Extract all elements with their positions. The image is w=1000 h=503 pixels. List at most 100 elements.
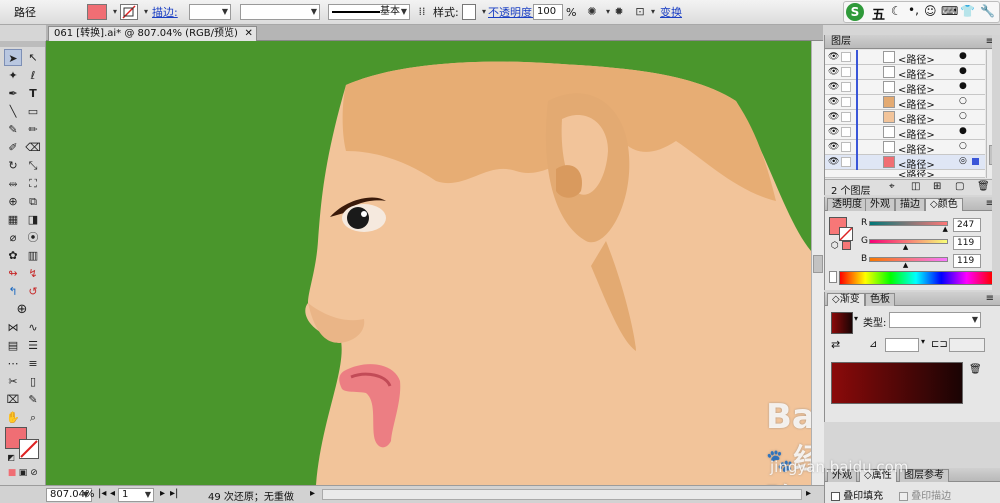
opacity-label-link[interactable]: 不透明度: — [488, 4, 536, 21]
paintbrush-tool-icon[interactable]: ✎ — [4, 121, 22, 138]
align-caret-icon[interactable]: ▾ — [645, 4, 661, 20]
tab-gradient[interactable]: ◇渐变 — [827, 293, 865, 306]
line-segment-tool-icon[interactable]: ╲ — [4, 103, 22, 120]
previous-artboard-icon[interactable]: ◂ — [110, 488, 115, 499]
channel-g-slider[interactable] — [869, 239, 948, 244]
align-icon[interactable]: ⁞⁞ — [414, 4, 430, 20]
tab-appearance[interactable]: 外观 — [865, 198, 895, 211]
first-artboard-icon[interactable]: |◂ — [98, 488, 106, 499]
new-layer-icon[interactable]: ▢ — [955, 181, 964, 192]
stroke-color-box[interactable] — [19, 439, 39, 459]
lasso-tool-icon[interactable]: ℓ — [24, 67, 42, 84]
scrollbar-thumb[interactable] — [813, 255, 823, 273]
custom-red-tool-icon[interactable]: ↬ — [4, 265, 22, 282]
brush-definition-select[interactable]: 基本 ▼ — [328, 4, 410, 20]
perspective-grid-tool-icon[interactable]: ⧉ — [24, 193, 42, 210]
layer-row-selected[interactable]: 👁 <路径> ◎ — [825, 155, 985, 171]
close-icon[interactable]: ✕ — [245, 27, 253, 40]
lock-toggle[interactable] — [841, 82, 851, 92]
delete-layer-icon[interactable]: 🗑 — [977, 181, 990, 192]
keyboard-icon[interactable]: ⌨ — [941, 4, 958, 18]
channel-b-slider[interactable] — [869, 257, 948, 262]
artboard-canvas[interactable]: Bai🐾经验 — [46, 41, 811, 485]
target-circle-icon[interactable]: ● — [959, 126, 967, 136]
gradient-preview-swatch[interactable] — [831, 312, 853, 334]
variable-width-profile-select[interactable]: ▼ — [240, 4, 320, 20]
default-colors-icon[interactable]: ◩ — [2, 449, 20, 466]
graphic-style-swatch[interactable] — [462, 4, 476, 20]
visibility-eye-icon[interactable]: 👁 — [828, 157, 839, 167]
target-circle-icon[interactable]: ○ — [959, 141, 967, 151]
layer-row[interactable]: 👁 <路径> ● — [825, 125, 985, 141]
opacity-input[interactable]: 100 — [533, 4, 563, 20]
selection-tool-icon[interactable]: ➤ — [4, 49, 22, 66]
selection-indicator[interactable] — [972, 158, 979, 165]
layer-row[interactable]: 👁 <路径> ● — [825, 50, 985, 66]
aspect-ratio-input[interactable] — [949, 338, 985, 352]
type-tool-icon[interactable]: T — [24, 85, 42, 102]
blend-tool-icon[interactable]: ⦿ — [24, 229, 42, 246]
mesh-tool-icon[interactable]: ▦ — [4, 211, 22, 228]
next-artboard-icon[interactable]: ▸ — [160, 488, 165, 499]
layer-row[interactable]: 👁 <路径> ○ — [825, 95, 985, 111]
emoji-icon[interactable]: ☺ — [924, 4, 937, 18]
lock-toggle[interactable] — [841, 67, 851, 77]
scroll-right-icon[interactable]: ▸ — [806, 488, 811, 499]
shape-builder-tool-icon[interactable]: ⊕ — [4, 193, 22, 210]
visibility-eye-icon[interactable]: 👁 — [828, 127, 839, 137]
bloat-tool-icon[interactable]: ≡ — [24, 355, 42, 372]
skin-shirt-icon[interactable]: 👕 — [960, 4, 975, 18]
blob-brush-tool-icon[interactable]: ✐ — [4, 139, 22, 156]
gamut-color-swatch[interactable] — [842, 241, 851, 250]
layer-row[interactable]: <路径> — [825, 170, 985, 178]
hand-tool-icon[interactable]: ✋ — [4, 409, 22, 426]
free-transform-tool-icon[interactable]: ⛶ — [24, 175, 42, 192]
channel-b-input[interactable]: 119 — [953, 254, 981, 268]
color-stroke-box[interactable] — [839, 227, 853, 241]
width-tool-icon[interactable]: ⥈ — [4, 175, 22, 192]
tab-stroke[interactable]: 描边 — [895, 198, 925, 211]
channel-g-input[interactable]: 119 — [953, 236, 981, 250]
reverse-gradient-icon[interactable]: ⇄ — [831, 338, 840, 351]
gradient-slider-bar[interactable] — [831, 362, 963, 404]
overprint-fill-checkbox[interactable] — [831, 491, 840, 501]
transform-link[interactable]: 变换 — [660, 4, 682, 21]
overprint-fill-option[interactable]: 叠印填充 — [831, 487, 883, 502]
channel-r-input[interactable]: 247 — [953, 218, 981, 232]
sogou-logo-icon[interactable]: S — [846, 3, 864, 21]
target-circle-icon[interactable]: ● — [959, 51, 967, 61]
magic-wand-tool-icon[interactable]: ✦ — [4, 67, 22, 84]
custom-red-tool-icon[interactable]: ↺ — [24, 283, 42, 300]
tools-panel-grip[interactable] — [0, 41, 45, 47]
status-menu-icon[interactable]: ▸ — [310, 488, 315, 499]
zoom-level-field[interactable]: 807.04% ▼ — [46, 488, 95, 502]
out-of-gamut-icon[interactable]: ⬡ — [831, 241, 839, 251]
scale-tool-icon[interactable]: ⤡ — [24, 157, 42, 174]
direct-selection-tool-icon[interactable]: ↖ — [24, 49, 42, 66]
target-circle-icon[interactable]: ◎ — [959, 156, 967, 166]
layer-row[interactable]: 👁 <路径> ○ — [825, 110, 985, 126]
lock-toggle[interactable] — [841, 97, 851, 107]
lock-toggle[interactable] — [841, 112, 851, 122]
visibility-eye-icon[interactable]: 👁 — [828, 82, 839, 92]
target-circle-icon[interactable]: ● — [959, 81, 967, 91]
symbol-sprayer-tool-icon[interactable]: ✿ — [4, 247, 22, 264]
crop-tool-icon[interactable]: ⌧ — [4, 391, 22, 408]
angle-caret-icon[interactable]: ▾ — [921, 337, 925, 346]
wrench-icon[interactable]: 🔧 — [980, 4, 995, 18]
tab-transparency[interactable]: 透明度 — [827, 198, 867, 211]
channel-b-slider-thumb-icon[interactable]: ▲ — [903, 261, 908, 269]
measure-tool-icon[interactable]: ✎ — [24, 391, 42, 408]
warp-tool-icon[interactable]: ∿ — [24, 319, 42, 336]
overprint-stroke-option[interactable]: 叠印描边 — [899, 487, 951, 502]
new-sublayer-icon[interactable]: ⊞ — [933, 181, 941, 192]
lock-toggle[interactable] — [841, 157, 851, 167]
artboard-tool-icon[interactable]: ⊕ — [13, 301, 31, 318]
visibility-eye-icon[interactable]: 👁 — [828, 97, 839, 107]
visibility-eye-icon[interactable]: 👁 — [828, 142, 839, 152]
punctuation-icon[interactable]: •, — [908, 3, 919, 17]
overprint-stroke-checkbox[interactable] — [899, 491, 908, 501]
stroke-swatch[interactable] — [120, 4, 138, 20]
make-clipping-mask-icon[interactable]: ◫ — [911, 181, 920, 192]
pucker-tool-icon[interactable]: ⋯ — [4, 355, 22, 372]
